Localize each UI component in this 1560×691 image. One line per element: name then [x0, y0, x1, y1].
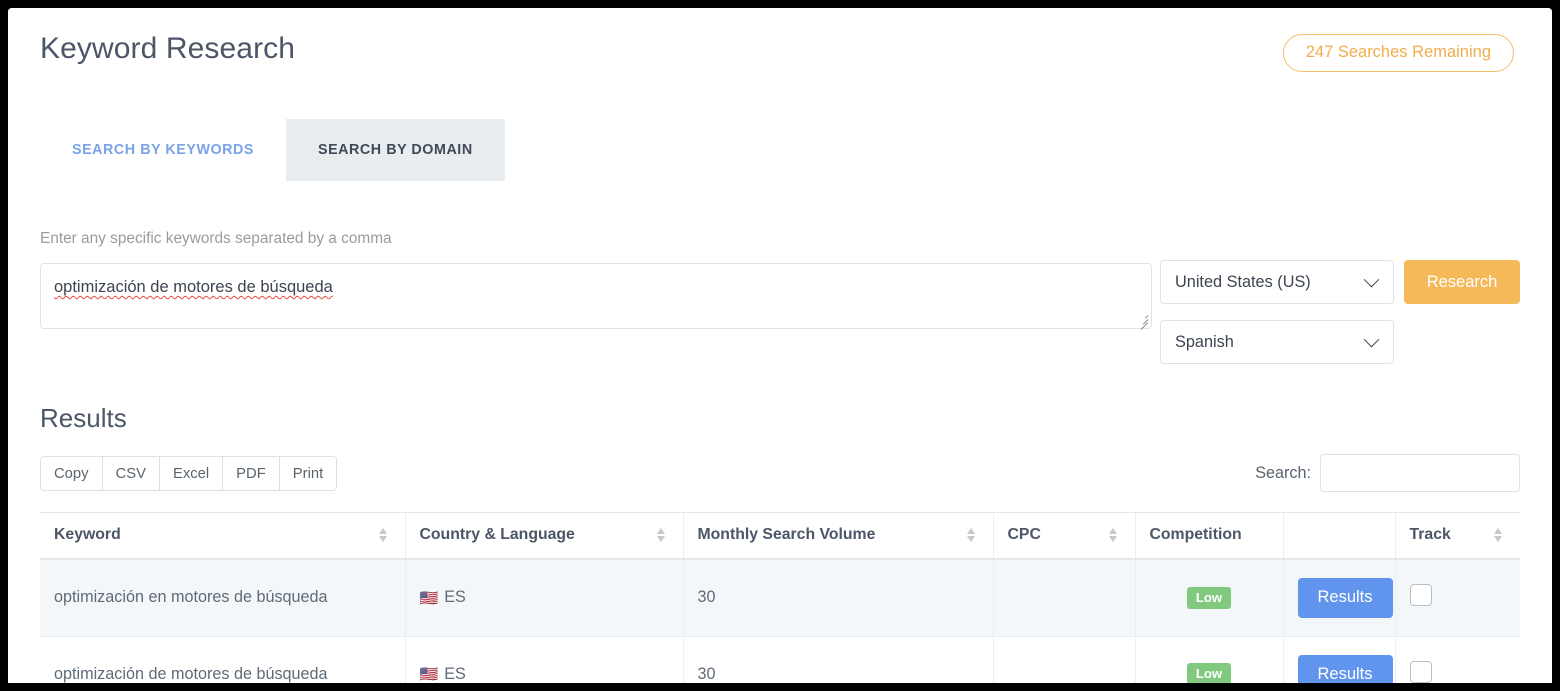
column-header-competition-label: Competition	[1150, 526, 1242, 544]
status-badge: Low	[1187, 587, 1231, 609]
table-header-row: Keyword Country & Language Monthly Searc…	[40, 513, 1520, 560]
sort-icon[interactable]	[1494, 527, 1506, 543]
searches-remaining-badge: 247 Searches Remaining	[1283, 34, 1514, 72]
cell-country-language-label: ES	[444, 665, 466, 683]
cell-competition: Low	[1135, 559, 1283, 636]
column-header-keyword[interactable]: Keyword	[40, 513, 405, 560]
row-results-button[interactable]: Results	[1298, 655, 1393, 684]
chevron-down-icon	[1364, 331, 1380, 347]
cell-monthly-search-volume: 30	[683, 636, 993, 683]
table-search: Search:	[1255, 454, 1520, 492]
results-heading: Results	[40, 403, 127, 434]
sort-icon[interactable]	[967, 527, 979, 543]
language-select-value: Spanish	[1175, 333, 1366, 352]
export-button-group: Copy CSV Excel PDF Print	[40, 456, 337, 491]
keyword-results-table: Keyword Country & Language Monthly Searc…	[40, 512, 1520, 683]
cell-track	[1395, 636, 1520, 683]
row-results-button[interactable]: Results	[1298, 578, 1393, 618]
column-header-keyword-label: Keyword	[54, 526, 121, 544]
sort-icon[interactable]	[379, 527, 391, 543]
column-header-monthly-search-volume[interactable]: Monthly Search Volume	[683, 513, 993, 560]
page-header: Keyword Research 247 Searches Remaining	[40, 22, 1520, 82]
tab-search-by-domain[interactable]: SEARCH BY DOMAIN	[286, 119, 505, 181]
table-search-label: Search:	[1255, 464, 1311, 483]
cell-keyword: optimización en motores de búsqueda	[40, 559, 405, 636]
cell-actions: Results	[1283, 559, 1395, 636]
cell-cpc	[993, 636, 1135, 683]
chevron-down-icon	[1364, 271, 1380, 287]
sort-icon[interactable]	[1109, 527, 1121, 543]
table-header: Keyword Country & Language Monthly Searc…	[40, 513, 1520, 560]
language-select[interactable]: Spanish	[1160, 320, 1394, 364]
search-mode-tabs: SEARCH BY KEYWORDS SEARCH BY DOMAIN	[40, 119, 505, 181]
country-select-value: United States (US)	[1175, 273, 1366, 292]
column-header-actions	[1283, 513, 1395, 560]
column-header-track[interactable]: Track	[1395, 513, 1520, 560]
column-header-country-language[interactable]: Country & Language	[405, 513, 683, 560]
export-print-button[interactable]: Print	[279, 456, 337, 491]
page-title: Keyword Research	[40, 32, 295, 66]
keyword-textarea-value: optimización de motores de búsqueda	[54, 278, 333, 297]
column-header-cpc[interactable]: CPC	[993, 513, 1135, 560]
table-body: optimización en motores de búsqueda 🇺🇸 E…	[40, 559, 1520, 683]
status-badge: Low	[1187, 663, 1231, 683]
table-row: optimización de motores de búsqueda 🇺🇸 E…	[40, 636, 1520, 683]
table-search-input[interactable]	[1320, 454, 1520, 492]
flag-icon: 🇺🇸	[420, 665, 439, 683]
textarea-resize-handle[interactable]	[1137, 314, 1149, 326]
column-header-country-language-label: Country & Language	[420, 526, 575, 544]
column-header-cpc-label: CPC	[1008, 526, 1041, 544]
cell-track	[1395, 559, 1520, 636]
cell-country-language: 🇺🇸 ES	[405, 636, 683, 683]
browser-frame: Keyword Research 247 Searches Remaining …	[8, 8, 1552, 683]
column-header-track-label: Track	[1410, 526, 1451, 544]
page-content: Keyword Research 247 Searches Remaining …	[8, 8, 1552, 683]
cell-country-language-label: ES	[444, 588, 466, 607]
column-header-monthly-search-volume-label: Monthly Search Volume	[698, 526, 876, 544]
sort-icon[interactable]	[657, 527, 669, 543]
cell-country-language: 🇺🇸 ES	[405, 559, 683, 636]
cell-actions: Results	[1283, 636, 1395, 683]
export-pdf-button[interactable]: PDF	[222, 456, 280, 491]
export-csv-button[interactable]: CSV	[102, 456, 160, 491]
keyword-textarea[interactable]: optimización de motores de búsqueda	[40, 263, 1152, 329]
track-checkbox[interactable]	[1410, 584, 1432, 606]
tab-search-by-keywords[interactable]: SEARCH BY KEYWORDS	[40, 119, 286, 181]
research-button[interactable]: Research	[1404, 260, 1520, 304]
keyword-input-hint: Enter any specific keywords separated by…	[40, 230, 392, 248]
table-row: optimización en motores de búsqueda 🇺🇸 E…	[40, 559, 1520, 636]
cell-cpc	[993, 559, 1135, 636]
export-excel-button[interactable]: Excel	[159, 456, 223, 491]
column-header-competition[interactable]: Competition	[1135, 513, 1283, 560]
export-copy-button[interactable]: Copy	[40, 456, 103, 491]
flag-icon: 🇺🇸	[420, 589, 439, 607]
cell-monthly-search-volume: 30	[683, 559, 993, 636]
track-checkbox[interactable]	[1410, 661, 1432, 683]
cell-competition: Low	[1135, 636, 1283, 683]
cell-keyword: optimización de motores de búsqueda	[40, 636, 405, 683]
country-select[interactable]: United States (US)	[1160, 260, 1394, 304]
